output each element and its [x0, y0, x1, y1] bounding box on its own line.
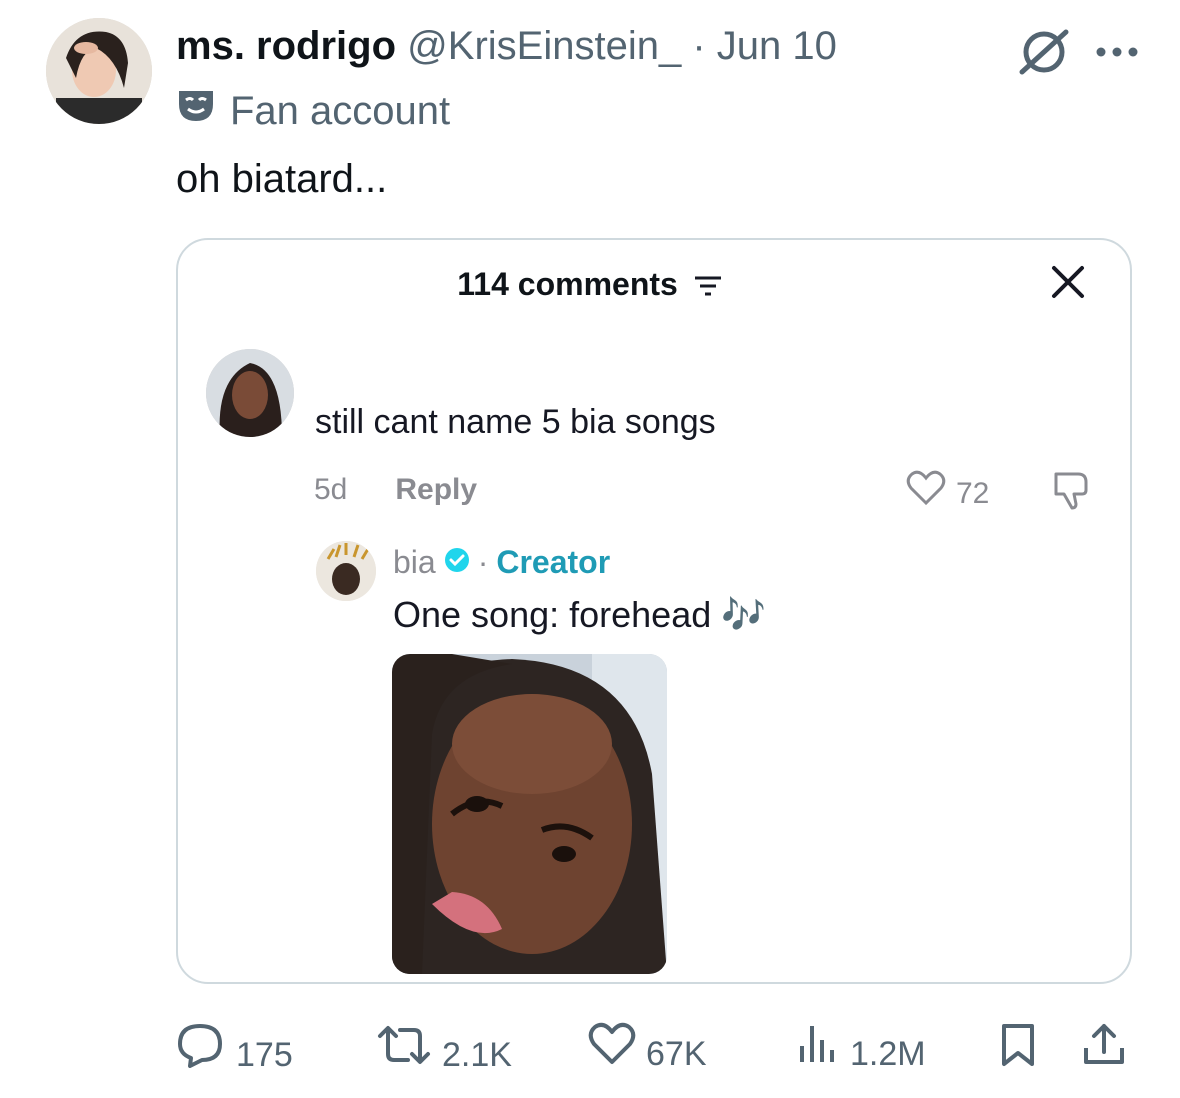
tweet-date[interactable]: Jun 10 [717, 24, 837, 68]
fan-mask-icon [176, 86, 216, 136]
display-name[interactable]: ms. rodrigo [176, 24, 396, 68]
heart-icon [906, 470, 946, 517]
fan-account-label: Fan account [176, 86, 450, 136]
tweet-header: ms. rodrigo @KrisEinstein_ · Jun 10 [176, 22, 837, 70]
user-handle[interactable]: @KrisEinstein_ [407, 24, 681, 68]
views-count: 1.2M [850, 1034, 926, 1073]
creator-badge: Creator [496, 544, 611, 580]
creator-reply-body: One song: forehead [393, 594, 712, 635]
share-button[interactable] [1082, 1022, 1126, 1087]
creator-name-line: bia · Creator [393, 542, 610, 582]
creator-avatar [316, 541, 376, 601]
filter-icon [693, 267, 723, 307]
comments-count: 114 comments [457, 266, 678, 302]
repost-icon [376, 1022, 432, 1087]
more-icon[interactable] [1094, 42, 1140, 67]
separator: · [692, 24, 706, 68]
tweet-text: oh biatard... [176, 157, 388, 201]
reply-count: 175 [236, 1035, 293, 1074]
comment-meta: 5d Reply [314, 470, 477, 510]
like-count: 67K [646, 1034, 707, 1073]
commenter-avatar [206, 349, 294, 437]
tweet-action-bar: 175 2.1K 67K 1.2M [176, 1022, 1132, 1082]
music-notes-emoji: 🎶 [721, 594, 767, 635]
share-icon [1082, 1022, 1126, 1087]
comment-reply-label: Reply [395, 473, 478, 506]
reply-icon [176, 1022, 226, 1087]
bookmark-icon [998, 1022, 1038, 1087]
comment-age: 5d [314, 473, 348, 506]
comments-header: 114 comments [0, 264, 1180, 307]
grok-icon[interactable] [1016, 26, 1072, 83]
views-button[interactable]: 1.2M [796, 1022, 926, 1085]
creator-separator: · [477, 544, 489, 580]
close-icon [1048, 262, 1088, 302]
author-avatar[interactable] [46, 18, 152, 124]
fan-account-text: Fan account [230, 89, 451, 133]
like-button[interactable]: 67K [588, 1022, 707, 1085]
views-icon [796, 1022, 840, 1085]
like-icon [588, 1022, 636, 1085]
creator-reply-text: One song: forehead 🎶 [393, 592, 766, 638]
repost-button[interactable]: 2.1K [376, 1022, 512, 1087]
reply-button[interactable]: 175 [176, 1022, 293, 1087]
creator-name: bia [393, 544, 436, 580]
verified-icon [444, 542, 470, 582]
repost-count: 2.1K [442, 1035, 512, 1074]
bookmark-button[interactable] [998, 1022, 1038, 1087]
comment-likes: 72 [906, 470, 989, 517]
comment-text: still cant name 5 bia songs [315, 403, 716, 441]
reply-photo [392, 654, 667, 974]
tweet-top-actions [1016, 26, 1140, 83]
comment-like-count: 72 [956, 476, 990, 510]
dislike-icon [1050, 470, 1094, 515]
